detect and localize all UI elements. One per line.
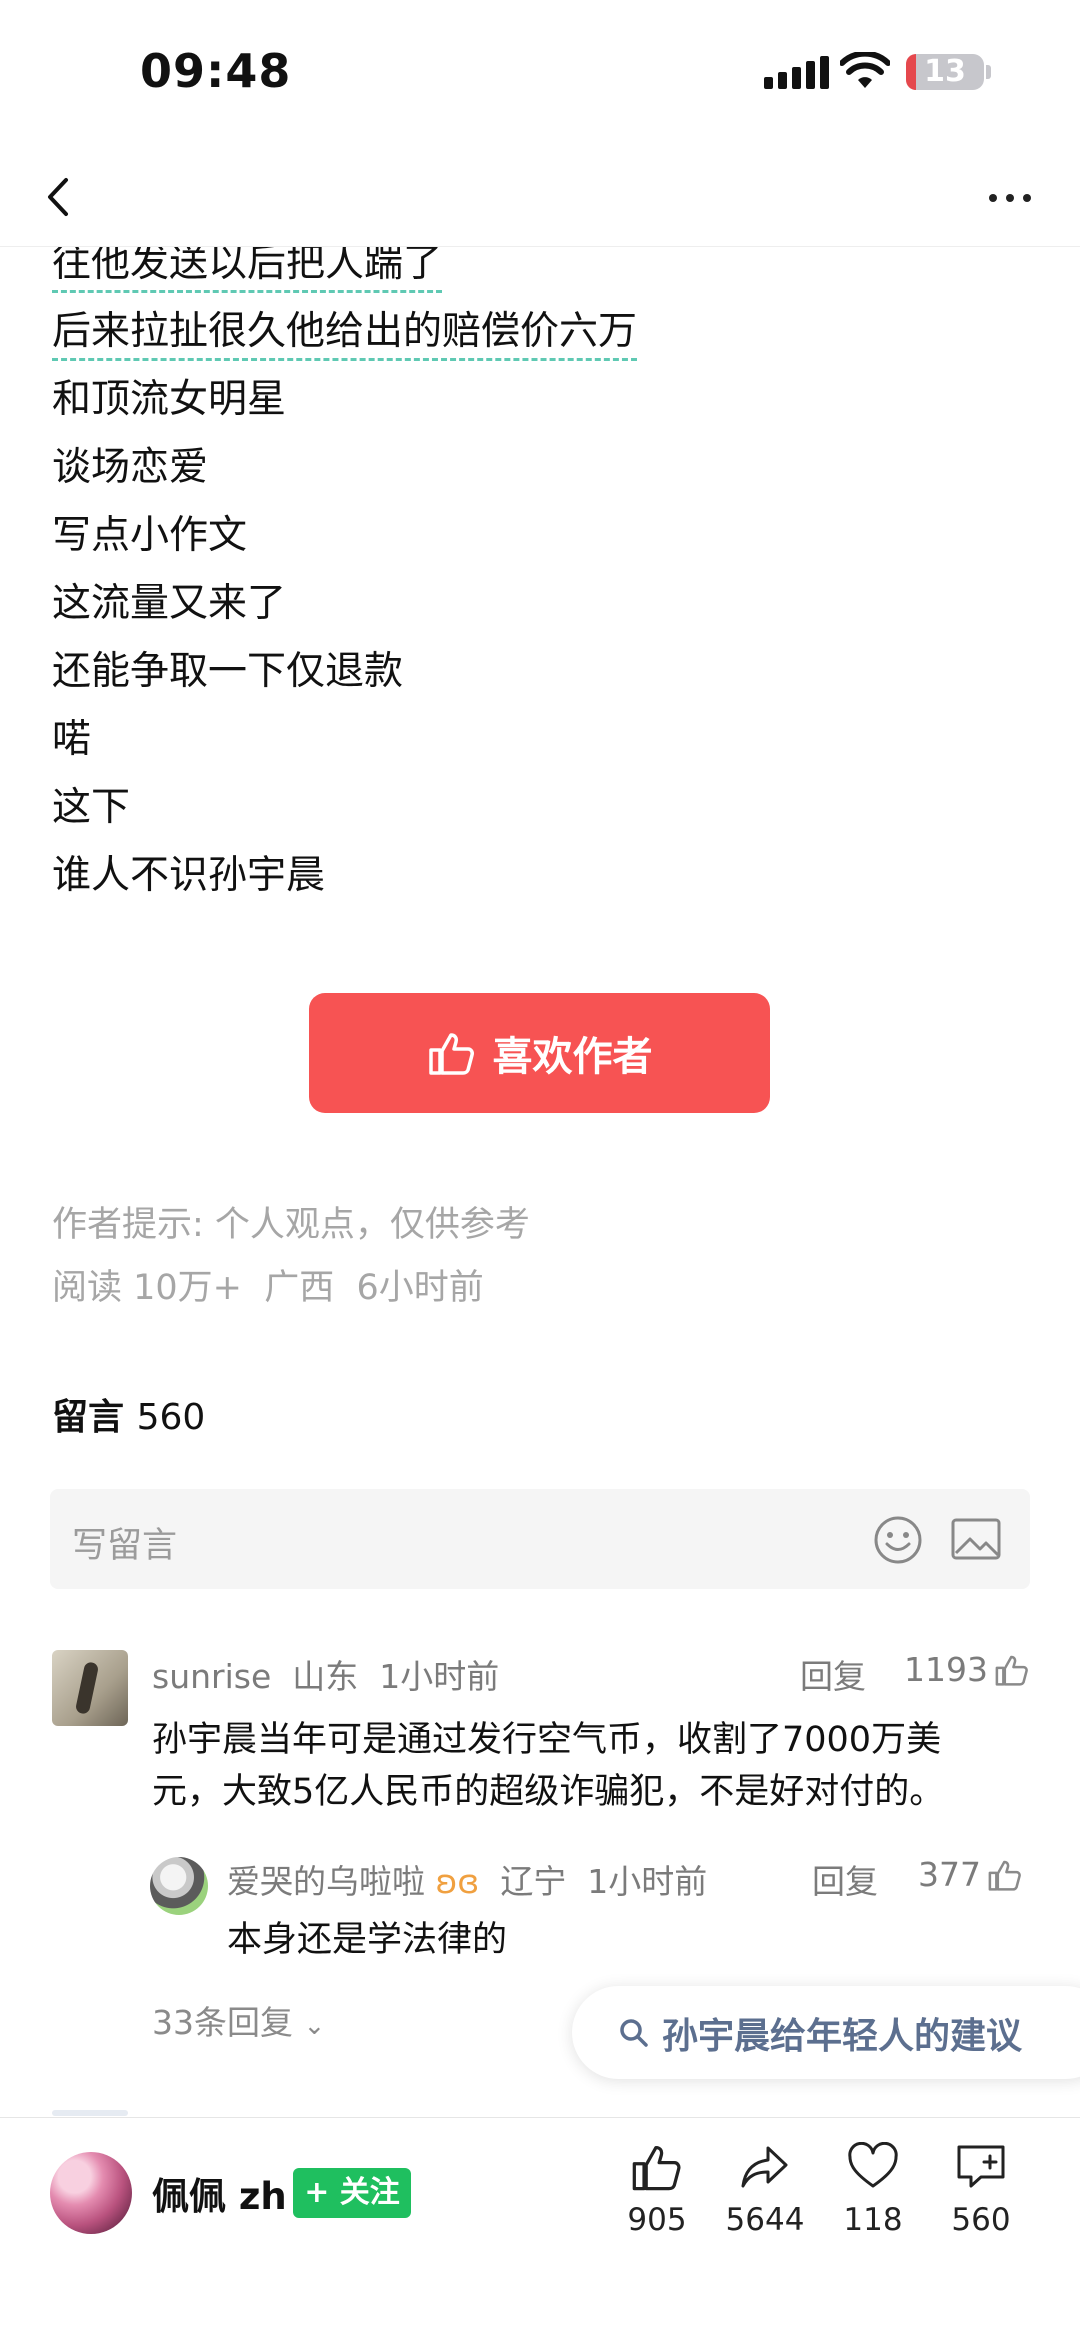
- thumbs-up-icon: [988, 1860, 1021, 1891]
- more-options-icon[interactable]: [985, 180, 1035, 216]
- comment-text: 孙宇晨当年可是通过发行空气币，收割了7000万美 元，大致5亿人民币的超级诈骗犯…: [152, 1720, 945, 1812]
- write-comment-placeholder: 写留言: [72, 1526, 178, 1566]
- comment-count: 560: [951, 2202, 1011, 2238]
- comment-action[interactable]: 560: [926, 2142, 1036, 2238]
- reply-like-count: 377: [918, 1855, 981, 1894]
- article-line: 这流量又来了: [52, 581, 287, 626]
- comment-time: 1小时前: [379, 1657, 500, 1696]
- article-line[interactable]: 后来拉扯很久他给出的赔偿价六万: [52, 298, 1032, 366]
- comment-like-count: 1193: [904, 1650, 988, 1689]
- share-action[interactable]: 5644: [710, 2142, 820, 2238]
- comments-header: 留言 560: [52, 1388, 205, 1440]
- share-count: 5644: [725, 2202, 805, 2238]
- author-name[interactable]: 佩佩 zh: [152, 2166, 287, 2220]
- comment-like-button[interactable]: 1193: [904, 1650, 1030, 1689]
- author-avatar[interactable]: [50, 2152, 132, 2234]
- article-line: 还能争取一下仅退款: [52, 649, 404, 694]
- write-comment-input[interactable]: 写留言: [50, 1489, 1030, 1589]
- bottom-bar: 佩佩 zh + 关注 905 5644 118 560: [0, 2117, 1080, 2341]
- cellular-signal-icon: [764, 56, 829, 89]
- badge-icon: ʚɞ: [435, 1862, 480, 1901]
- battery-icon: 13: [906, 54, 984, 90]
- next-comment-peek: [52, 2110, 128, 2116]
- article-line: 这下: [52, 785, 131, 830]
- like-author-label: 喜欢作者: [492, 1034, 653, 1080]
- emoji-icon[interactable]: [872, 1514, 924, 1566]
- thumbs-up-icon: [632, 2145, 681, 2191]
- share-icon: [741, 2146, 788, 2188]
- reply-header: 爱哭的乌啦啦 ʚɞ 辽宁 1小时前: [227, 1855, 707, 1903]
- thumbs-up-icon: [428, 1033, 474, 1075]
- battery-level: 13: [924, 54, 966, 89]
- article-meta: 阅读 10万+ 广西 6小时前: [52, 1268, 484, 1308]
- search-icon: [620, 2018, 648, 2047]
- like-action[interactable]: 905: [602, 2142, 712, 2238]
- author-tip: 作者提示: 个人观点，仅供参考: [52, 1205, 530, 1245]
- comment-location: 山东: [292, 1657, 359, 1696]
- nav-bar: [0, 150, 1080, 247]
- article-body: 往他发送以后把人踹了 后来拉扯很久他给出的赔偿价六万 和顶流女明星 谈场恋爱 写…: [52, 230, 1032, 910]
- favorite-count: 118: [843, 2202, 903, 2238]
- reply-time: 1小时前: [587, 1862, 708, 1901]
- comments-title: 留言: [52, 1397, 125, 1438]
- reply-location: 辽宁: [500, 1862, 567, 1901]
- comments-count: 560: [136, 1397, 206, 1438]
- follow-button[interactable]: + 关注: [293, 2168, 411, 2218]
- article-line: 谈场恋爱: [52, 445, 209, 490]
- status-time: 09:48: [140, 44, 292, 98]
- article-line: 和顶流女明星: [52, 377, 287, 422]
- reply-text: 本身还是学法律的: [227, 1920, 508, 1960]
- comment-username[interactable]: sunrise: [152, 1657, 271, 1696]
- reply-button[interactable]: 回复: [812, 1855, 878, 1903]
- wifi-icon: [840, 52, 890, 88]
- search-suggestion-text: 孙宇晨给年轻人的建议: [662, 2015, 1023, 2057]
- chevron-down-icon: ⌄: [303, 2011, 326, 2041]
- back-icon[interactable]: [36, 172, 86, 222]
- reply-username[interactable]: 爱哭的乌啦啦: [227, 1862, 425, 1901]
- comment-add-icon: [957, 2145, 1005, 2188]
- favorite-action[interactable]: 118: [818, 2141, 928, 2238]
- avatar[interactable]: [52, 1650, 128, 1726]
- avatar[interactable]: [150, 1857, 208, 1915]
- like-author-button[interactable]: 喜欢作者: [309, 993, 770, 1113]
- reply-like-button[interactable]: 377: [918, 1855, 1023, 1894]
- like-count: 905: [627, 2202, 687, 2238]
- article-line: 写点小作文: [52, 513, 248, 558]
- thumbs-up-icon: [995, 1655, 1028, 1686]
- image-icon[interactable]: [950, 1517, 1002, 1561]
- article-line: 喏: [52, 717, 92, 762]
- heart-icon: [848, 2141, 898, 2188]
- article-line: 谁人不识孙宇晨: [52, 853, 326, 898]
- reply-button[interactable]: 回复: [800, 1650, 866, 1698]
- status-bar: 09:48 13: [0, 0, 1080, 150]
- search-suggestion-pill[interactable]: 孙宇晨给年轻人的建议: [572, 1986, 1080, 2079]
- expand-replies-button[interactable]: 33条回复 ⌄: [152, 1996, 325, 2044]
- comment-header: sunrise 山东 1小时前: [152, 1650, 499, 1698]
